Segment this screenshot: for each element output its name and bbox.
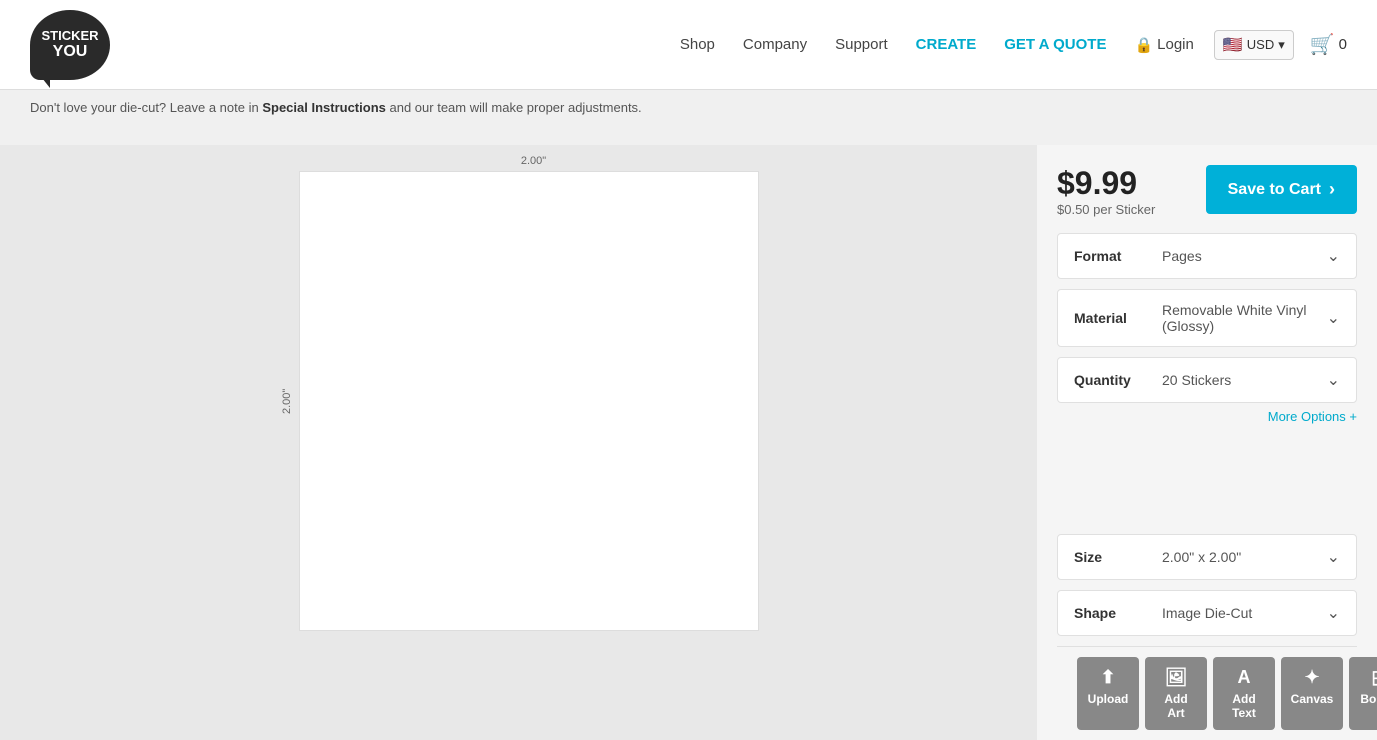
nav-login-label: Login — [1157, 36, 1194, 53]
upload-button[interactable]: ⬆ Upload — [1077, 657, 1139, 730]
material-label: Material — [1074, 310, 1154, 326]
bottom-toolbar: ⬆ Upload 🖼 Add Art A Add Text ✦ Canvas ◱… — [1057, 646, 1357, 740]
more-options-link[interactable]: More Options + — [1057, 409, 1357, 424]
notice-text1: Don't love your die-cut? — [30, 100, 166, 115]
save-btn-label: Save to Cart — [1228, 181, 1321, 199]
logo-wrap[interactable]: STICKER YOU — [30, 10, 110, 80]
notice-special: Special Instructions — [262, 100, 386, 115]
add-art-button[interactable]: 🖼 Add Art — [1145, 657, 1207, 730]
save-btn-chevron-icon: › — [1329, 179, 1335, 200]
nav-support[interactable]: Support — [835, 36, 888, 53]
price-block: $9.99 $0.50 per Sticker — [1057, 165, 1155, 217]
format-value: Pages — [1154, 248, 1327, 264]
upload-icon: ⬆ — [1100, 667, 1115, 688]
format-label: Format — [1074, 248, 1154, 264]
cart-count: 0 — [1339, 36, 1347, 53]
canvas-row: 2.00" — [279, 171, 759, 631]
cart-icon: 🛒 — [1310, 32, 1335, 57]
nav-shop[interactable]: Shop — [680, 36, 715, 53]
format-chevron-icon: ⌄ — [1327, 246, 1340, 266]
nav-company[interactable]: Company — [743, 36, 807, 53]
dimension-top: 2.00" — [521, 155, 546, 167]
price-main: $9.99 — [1057, 165, 1155, 202]
material-chevron-icon: ⌄ — [1327, 308, 1340, 328]
quantity-option[interactable]: Quantity 20 Stickers ⌄ — [1057, 357, 1357, 403]
nav-create[interactable]: CREATE — [916, 36, 977, 53]
canvas-icon: ✦ — [1304, 667, 1319, 688]
border-button[interactable]: ◱ Border — [1349, 657, 1377, 730]
logo-line2: YOU — [53, 43, 88, 61]
quantity-chevron-icon: ⌄ — [1327, 370, 1340, 390]
main-nav: Shop Company Support CREATE GET A QUOTE … — [680, 36, 1194, 54]
quantity-value: 20 Stickers — [1154, 372, 1327, 388]
size-shape-section: Size 2.00" x 2.00" ⌄ Shape Image Die-Cut… — [1057, 534, 1357, 636]
border-icon: ◱ — [1371, 667, 1377, 688]
size-value: 2.00" x 2.00" — [1154, 549, 1327, 565]
flag-icon: 🇺🇸 — [1223, 35, 1243, 55]
right-panel: $9.99 $0.50 per Sticker Save to Cart › F… — [1037, 145, 1377, 740]
shape-chevron-icon: ⌄ — [1327, 603, 1340, 623]
logo[interactable]: STICKER YOU — [30, 10, 110, 80]
format-option[interactable]: Format Pages ⌄ — [1057, 233, 1357, 279]
price-sub: $0.50 per Sticker — [1057, 202, 1155, 217]
add-art-label: Add Art — [1159, 692, 1193, 720]
logo-line1: STICKER — [41, 29, 98, 43]
cart-button[interactable]: 🛒 0 — [1310, 32, 1347, 57]
currency-selector[interactable]: 🇺🇸 USD ▾ — [1214, 30, 1294, 60]
shape-value: Image Die-Cut — [1154, 605, 1327, 621]
notice-text2: Leave a note in — [170, 100, 263, 115]
text-icon: A — [1238, 667, 1251, 688]
material-option[interactable]: Material Removable White Vinyl (Glossy) … — [1057, 289, 1357, 347]
size-label: Size — [1074, 549, 1154, 565]
currency-label: USD — [1247, 37, 1274, 52]
border-label: Border — [1360, 692, 1377, 706]
notice-bar: Don't love your die-cut? Leave a note in… — [0, 90, 1377, 125]
lock-icon: 🔒 — [1134, 36, 1153, 54]
size-option[interactable]: Size 2.00" x 2.00" ⌄ — [1057, 534, 1357, 580]
dimension-left: 2.00" — [279, 171, 295, 631]
material-value: Removable White Vinyl (Glossy) — [1154, 302, 1327, 334]
sticker-canvas[interactable] — [299, 171, 759, 631]
image-icon: 🖼 — [1165, 667, 1188, 688]
main-content: 2.00" 2.00" $9.99 $0.50 per Sticker Save… — [0, 125, 1377, 740]
nav-quote[interactable]: GET A QUOTE — [1004, 36, 1106, 53]
canvas-button[interactable]: ✦ Canvas — [1281, 657, 1343, 730]
canvas-label: Canvas — [1291, 692, 1334, 706]
save-to-cart-button[interactable]: Save to Cart › — [1206, 165, 1357, 214]
add-text-button[interactable]: A Add Text — [1213, 657, 1275, 730]
currency-chevron-icon: ▾ — [1278, 37, 1285, 53]
upload-label: Upload — [1088, 692, 1129, 706]
canvas-area: 2.00" 2.00" — [0, 145, 1037, 740]
header: STICKER YOU Shop Company Support CREATE … — [0, 0, 1377, 90]
size-chevron-icon: ⌄ — [1327, 547, 1340, 567]
shape-label: Shape — [1074, 605, 1154, 621]
nav-login[interactable]: 🔒 Login — [1134, 36, 1193, 54]
notice-text3: and our team will make proper adjustment… — [390, 100, 642, 115]
price-row: $9.99 $0.50 per Sticker Save to Cart › — [1057, 165, 1357, 217]
add-text-label: Add Text — [1227, 692, 1261, 720]
more-options-label: More Options + — [1268, 409, 1357, 424]
quantity-label: Quantity — [1074, 372, 1154, 388]
shape-option[interactable]: Shape Image Die-Cut ⌄ — [1057, 590, 1357, 636]
